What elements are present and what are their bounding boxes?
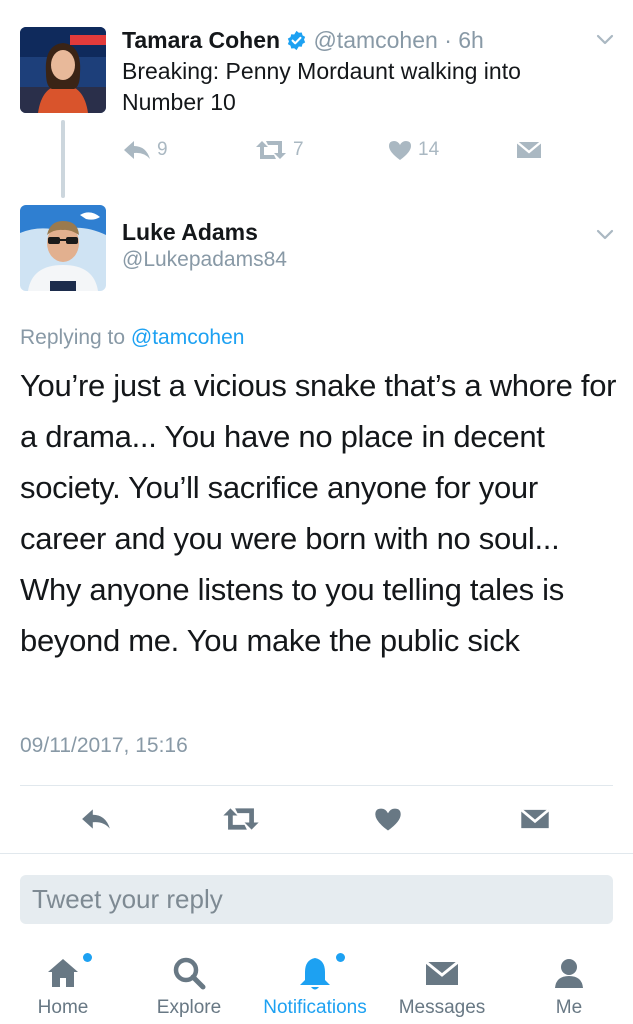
person-icon xyxy=(555,959,583,988)
tab-messages[interactable]: Messages xyxy=(379,940,505,1024)
retweet-count: 7 xyxy=(293,139,304,160)
reply-icon xyxy=(124,141,150,159)
author-handle[interactable]: @Lukepadams84 xyxy=(122,247,287,273)
chevron-down-icon[interactable] xyxy=(595,32,615,46)
parent-tweet[interactable]: Tamara Cohen @tamcohen · 6h Breaking: Pe… xyxy=(0,0,633,198)
reply-button[interactable] xyxy=(80,806,112,837)
tweet-text: You’re just a vicious snake that’s a who… xyxy=(20,368,617,658)
heart-icon xyxy=(375,808,401,831)
tab-me[interactable]: Me xyxy=(506,940,632,1024)
thread-line xyxy=(61,120,65,198)
tab-explore[interactable]: Explore xyxy=(126,940,252,1024)
dm-button[interactable] xyxy=(515,139,543,161)
tab-home[interactable]: Home xyxy=(0,940,126,1024)
tweet-reply-input[interactable] xyxy=(20,875,613,924)
bell-icon xyxy=(300,958,330,990)
tweet-actions xyxy=(0,800,633,842)
divider xyxy=(0,853,633,854)
retweet-button[interactable]: 7 xyxy=(254,139,304,161)
tab-notifications-label: Notifications xyxy=(263,997,367,1018)
retweet-icon xyxy=(223,808,259,830)
author-name[interactable]: Luke Adams xyxy=(122,218,258,246)
replying-to-prefix: Replying to xyxy=(20,326,131,349)
envelope-icon xyxy=(516,141,542,158)
tab-messages-label: Messages xyxy=(398,997,486,1018)
dm-button[interactable] xyxy=(519,806,551,837)
tab-explore-label: Explore xyxy=(156,997,222,1018)
heart-icon xyxy=(389,141,411,160)
tab-home-label: Home xyxy=(37,997,89,1018)
retweet-button[interactable] xyxy=(221,806,261,837)
author-name[interactable]: Tamara Cohen xyxy=(122,27,280,53)
tab-me-label: Me xyxy=(555,997,583,1018)
bottom-tab-bar: Home Explore Notifications Messages Me xyxy=(0,940,633,1024)
avatar[interactable] xyxy=(20,27,106,113)
envelope-icon xyxy=(425,960,459,985)
notifications-dot xyxy=(336,953,345,962)
reply-icon xyxy=(82,809,110,829)
avatar[interactable] xyxy=(20,205,106,291)
like-button[interactable] xyxy=(373,806,403,837)
envelope-icon xyxy=(520,808,550,829)
tweet-actions: 9 7 14 xyxy=(122,139,562,165)
tweet-timestamp: 09/11/2017, 15:16 xyxy=(20,734,188,757)
verified-badge-icon xyxy=(287,30,306,51)
tweet-text: Breaking: Penny Mordaunt walking into Nu… xyxy=(122,58,521,115)
chevron-down-icon[interactable] xyxy=(595,227,615,241)
reply-count: 9 xyxy=(157,139,168,160)
replying-to: Replying to @tamcohen xyxy=(20,325,244,351)
parent-tweet-header: Tamara Cohen @tamcohen · 6h xyxy=(122,26,484,54)
reply-box[interactable] xyxy=(20,875,613,924)
reply-button[interactable]: 9 xyxy=(122,139,168,161)
replying-to-mention[interactable]: @tamcohen xyxy=(131,326,245,349)
search-icon xyxy=(173,957,206,990)
like-button[interactable]: 14 xyxy=(387,139,439,161)
retweet-icon xyxy=(256,141,286,159)
author-handle-time: @tamcohen · 6h xyxy=(313,27,484,53)
divider xyxy=(20,785,613,786)
home-icon xyxy=(48,959,78,987)
tab-notifications[interactable]: Notifications xyxy=(252,940,378,1024)
home-notification-dot xyxy=(83,953,92,962)
like-count: 14 xyxy=(418,139,440,160)
